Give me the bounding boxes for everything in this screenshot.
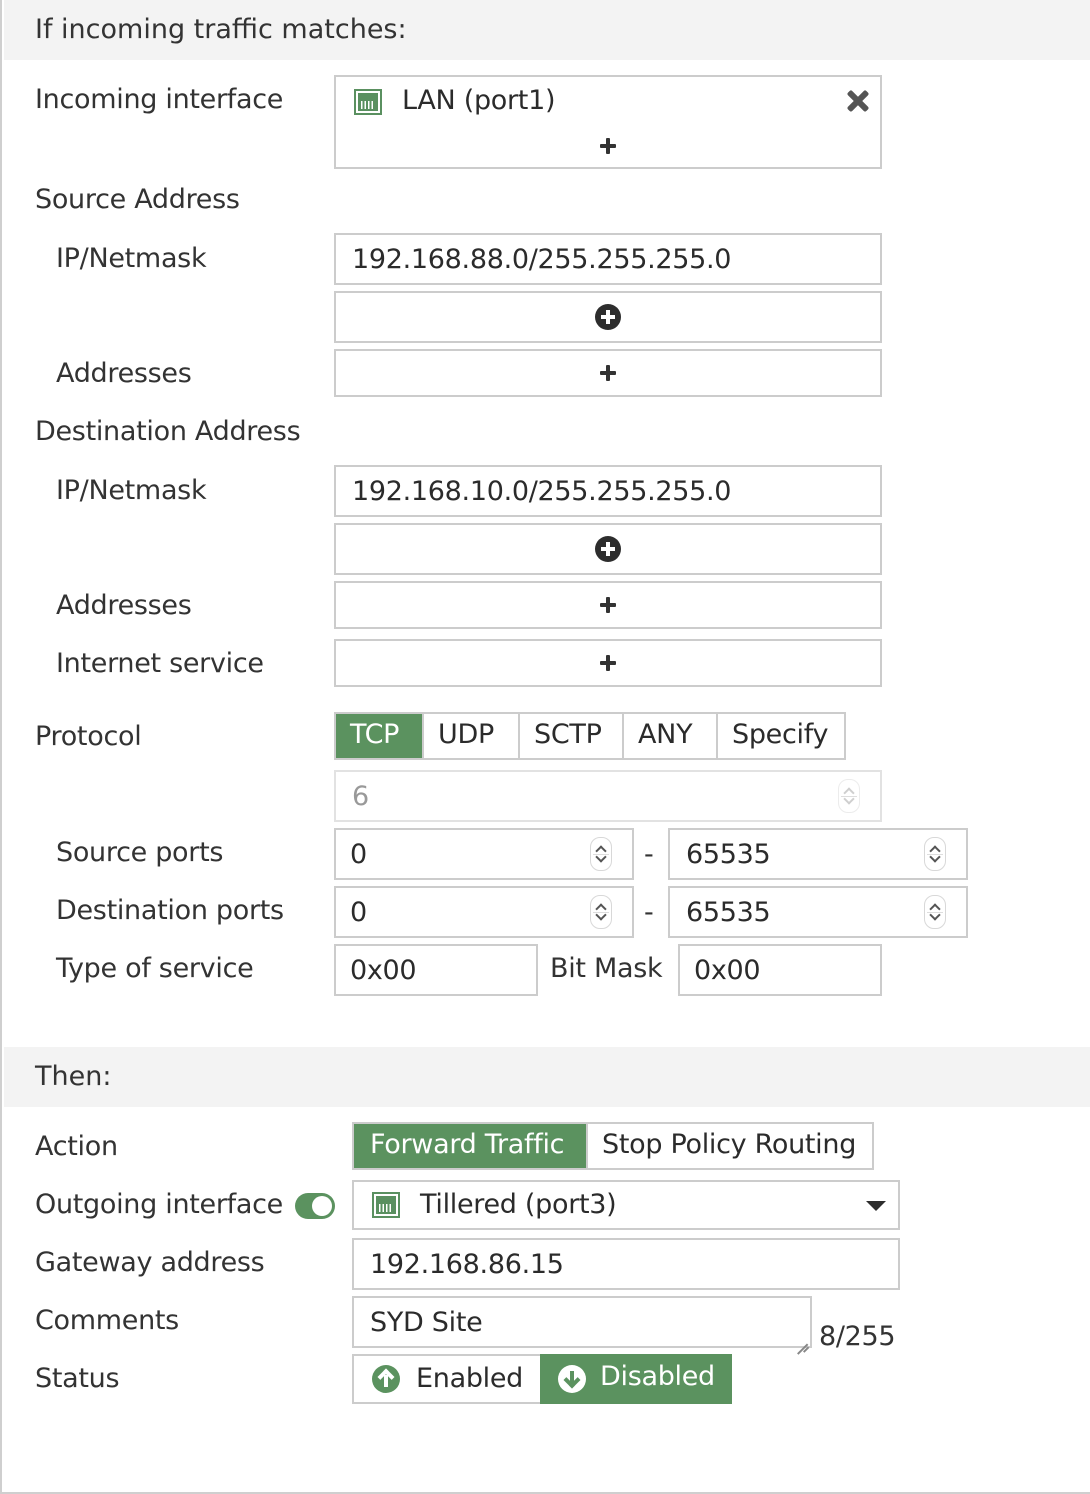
status-option-enabled[interactable]: Enabled — [354, 1356, 540, 1402]
circle-plus-icon — [595, 536, 621, 562]
type-of-service-input[interactable]: 0x00 — [334, 944, 538, 996]
source-port-to-spinner[interactable] — [924, 837, 946, 871]
bit-mask-value: 0x00 — [694, 955, 761, 986]
source-ip-netmask-value: 192.168.88.0/255.255.255.0 — [352, 244, 732, 275]
comments-textarea[interactable]: SYD Site — [352, 1296, 812, 1348]
protocol-option-sctp[interactable]: SCTP — [518, 714, 622, 758]
destination-add-ip-button[interactable] — [334, 523, 882, 575]
destination-port-to-input[interactable]: 65535 — [668, 886, 968, 938]
internet-service-field[interactable] — [334, 639, 882, 687]
close-icon[interactable] — [846, 89, 870, 113]
type-of-service-value: 0x00 — [350, 955, 417, 986]
protocol-selector: TCP UDP SCTP ANY Specify — [334, 712, 846, 760]
internet-service-label: Internet service — [56, 648, 264, 679]
protocol-option-any[interactable]: ANY — [622, 714, 716, 758]
source-ip-netmask-input[interactable]: 192.168.88.0/255.255.255.0 — [334, 233, 882, 285]
protocol-number-value: 6 — [352, 781, 369, 812]
incoming-interface-label: Incoming interface — [35, 84, 284, 115]
destination-ip-netmask-label: IP/Netmask — [56, 475, 207, 506]
protocol-option-udp[interactable]: UDP — [422, 714, 518, 758]
source-port-from-value: 0 — [350, 839, 367, 870]
bit-mask-input[interactable]: 0x00 — [678, 944, 882, 996]
destination-ports-label: Destination ports — [56, 895, 284, 926]
outgoing-interface-toggle[interactable] — [295, 1193, 335, 1219]
protocol-option-specify[interactable]: Specify — [716, 714, 844, 758]
source-addresses-label: Addresses — [56, 358, 192, 389]
plus-icon[interactable] — [600, 138, 616, 154]
destination-port-from-value: 0 — [350, 897, 367, 928]
destination-addresses-label: Addresses — [56, 590, 192, 621]
outgoing-interface-value: Tillered (port3) — [420, 1189, 617, 1220]
destination-port-to-value: 65535 — [686, 897, 771, 928]
destination-port-separator: - — [644, 897, 654, 928]
protocol-number-spinner — [838, 779, 860, 813]
source-port-to-input[interactable]: 65535 — [668, 828, 968, 880]
action-option-stop-policy-routing[interactable]: Stop Policy Routing — [586, 1124, 872, 1168]
source-ports-label: Source ports — [56, 837, 224, 868]
comments-counter: 8/255 — [819, 1321, 896, 1352]
outgoing-interface-label: Outgoing interface — [35, 1189, 283, 1220]
action-option-forward-traffic[interactable]: Forward Traffic — [354, 1124, 586, 1168]
type-of-service-label: Type of service — [56, 953, 254, 984]
protocol-label: Protocol — [35, 721, 142, 752]
ethernet-port-icon — [354, 89, 382, 115]
gateway-address-label: Gateway address — [35, 1247, 265, 1278]
source-port-from-spinner[interactable] — [590, 837, 612, 871]
outgoing-interface-select[interactable]: Tillered (port3) — [352, 1180, 900, 1230]
gateway-address-input[interactable]: 192.168.86.15 — [352, 1238, 900, 1290]
resize-grip-icon[interactable] — [796, 1332, 808, 1344]
source-addresses-field[interactable] — [334, 349, 882, 397]
destination-port-to-spinner[interactable] — [924, 895, 946, 929]
match-section-header: If incoming traffic matches: — [4, 0, 1090, 60]
arrow-down-circle-icon — [558, 1365, 586, 1393]
gateway-address-value: 192.168.86.15 — [370, 1249, 564, 1280]
source-address-label: Source Address — [35, 184, 240, 215]
destination-port-from-spinner[interactable] — [590, 895, 612, 929]
ethernet-port-icon — [372, 1192, 400, 1218]
destination-port-from-input[interactable]: 0 — [334, 886, 634, 938]
incoming-interface-entry: LAN (port1) — [402, 85, 556, 116]
status-label: Status — [35, 1363, 120, 1394]
destination-addresses-field[interactable] — [334, 581, 882, 629]
comments-value: SYD Site — [370, 1307, 483, 1338]
protocol-number-input: 6 — [334, 770, 882, 822]
source-add-ip-button[interactable] — [334, 291, 882, 343]
source-port-to-value: 65535 — [686, 839, 771, 870]
status-selector: Enabled Disabled — [352, 1354, 732, 1404]
status-option-disabled[interactable]: Disabled — [540, 1354, 732, 1404]
destination-ip-netmask-input[interactable]: 192.168.10.0/255.255.255.0 — [334, 465, 882, 517]
then-section-header: Then: — [4, 1047, 1090, 1107]
source-port-separator: - — [644, 839, 654, 870]
plus-icon[interactable] — [600, 655, 616, 671]
incoming-interface-field[interactable]: LAN (port1) — [334, 75, 882, 169]
destination-address-label: Destination Address — [35, 416, 301, 447]
plus-icon[interactable] — [600, 597, 616, 613]
policy-route-form: If incoming traffic matches: Incoming in… — [0, 0, 1090, 1494]
source-ip-netmask-label: IP/Netmask — [56, 243, 207, 274]
protocol-option-tcp[interactable]: TCP — [336, 714, 422, 758]
action-selector: Forward Traffic Stop Policy Routing — [352, 1122, 874, 1170]
circle-plus-icon — [595, 304, 621, 330]
arrow-up-circle-icon — [372, 1365, 400, 1393]
status-option-disabled-label: Disabled — [600, 1361, 715, 1392]
chevron-down-icon — [866, 1201, 886, 1211]
bit-mask-label: Bit Mask — [550, 953, 663, 984]
source-port-from-input[interactable]: 0 — [334, 828, 634, 880]
plus-icon[interactable] — [600, 365, 616, 381]
comments-label: Comments — [35, 1305, 179, 1336]
action-label: Action — [35, 1131, 118, 1162]
destination-ip-netmask-value: 192.168.10.0/255.255.255.0 — [352, 476, 732, 507]
status-option-enabled-label: Enabled — [416, 1363, 524, 1394]
